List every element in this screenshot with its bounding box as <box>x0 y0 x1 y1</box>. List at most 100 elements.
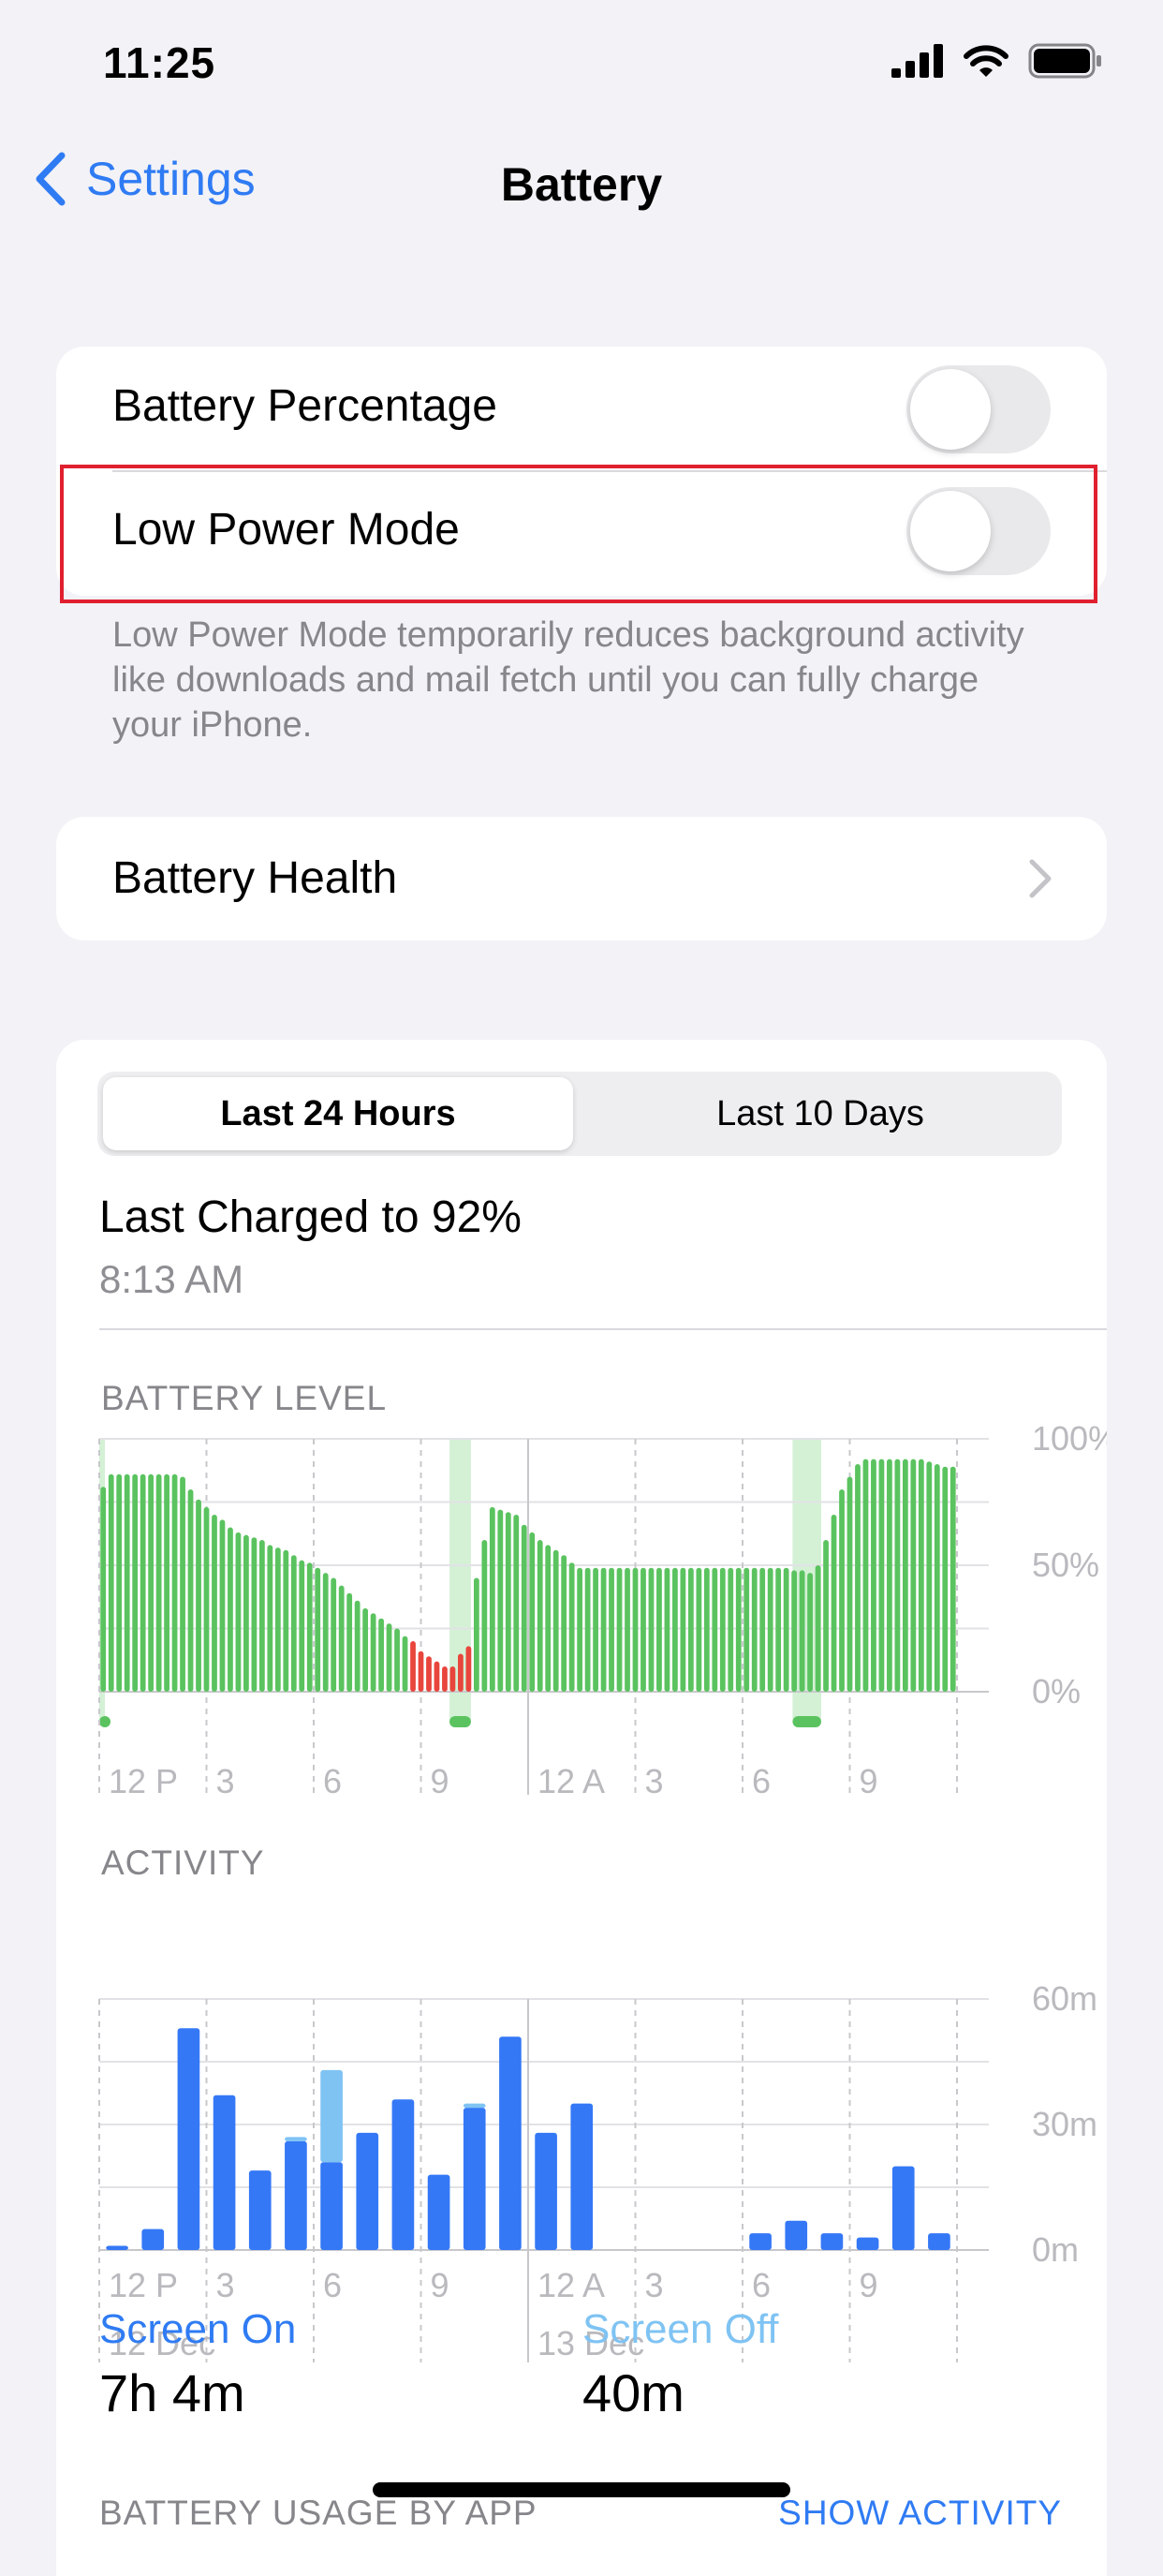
battery-y-tick-label: 50% <box>1032 1546 1099 1584</box>
battery-level-bar <box>148 1473 155 1692</box>
screen-on-bar <box>856 2237 879 2250</box>
screen-off-bar <box>320 2069 343 2163</box>
battery-level-bar <box>616 1567 623 1692</box>
show-activity-link[interactable]: SHOW ACTIVITY <box>778 2494 1062 2533</box>
battery-level-bar <box>418 1651 424 1692</box>
screen-on-label: Screen On <box>99 2306 297 2352</box>
battery-level-bar <box>831 1515 837 1692</box>
battery-level-bar <box>584 1567 591 1692</box>
battery-x-tick-label: 9 <box>860 1762 878 1800</box>
battery-level-bar <box>672 1567 678 1692</box>
last-charged-time: 8:13 AM <box>99 1257 244 1301</box>
battery-level-bar <box>346 1592 353 1692</box>
activity-x-tick-label: 9 <box>860 2266 878 2304</box>
battery-level-bar <box>799 1570 805 1692</box>
battery-level-bar <box>593 1567 598 1692</box>
screen-on-bar <box>356 2132 379 2250</box>
screen-on-bar <box>570 2103 594 2250</box>
status-time: 11:25 <box>103 38 216 87</box>
battery-level-bar <box>609 1567 614 1692</box>
battery-y-tick-label: 100% <box>1032 1424 1107 1458</box>
battery-level-bar <box>632 1567 639 1692</box>
battery-level-bar <box>203 1506 210 1692</box>
screen-on-bar <box>463 2108 486 2250</box>
screen-on-bar <box>320 2162 343 2250</box>
battery-level-bar <box>767 1567 773 1692</box>
activity-x-tick-label: 12 P <box>109 2266 178 2304</box>
activity-x-tick-label: 9 <box>431 2266 449 2304</box>
screen-on-bar <box>285 2140 307 2250</box>
battery-level-bar <box>871 1458 876 1692</box>
battery-level-bar <box>212 1515 217 1692</box>
battery-level-bar <box>878 1458 885 1692</box>
battery-level-bar <box>751 1567 758 1692</box>
activity-y-tick-label: 30m <box>1032 2105 1097 2143</box>
battery-level-bar <box>846 1476 853 1692</box>
battery-level-bar <box>124 1473 130 1692</box>
battery-level-bar <box>315 1567 321 1692</box>
tab-last-10-days[interactable]: Last 10 Days <box>584 1072 1056 1156</box>
home-indicator <box>373 2482 790 2497</box>
battery-level-bar <box>703 1567 710 1692</box>
battery-level-bar <box>712 1567 718 1692</box>
battery-level-bar <box>640 1567 646 1692</box>
battery-level-bar <box>132 1473 139 1692</box>
battery-level-bar <box>283 1549 289 1692</box>
last-charged-label: Last Charged to 92% <box>99 1192 522 1242</box>
battery-level-bar <box>155 1473 162 1692</box>
battery-level-bar <box>402 1636 408 1692</box>
battery-icon <box>1028 43 1101 79</box>
battery-level-bar <box>625 1567 630 1692</box>
battery-level-bar <box>910 1458 917 1692</box>
battery-level-bar <box>728 1567 734 1692</box>
toggle-knob <box>910 369 991 450</box>
battery-level-bar <box>386 1623 392 1692</box>
battery-level-bar <box>521 1524 527 1692</box>
activity-x-tick-label: 3 <box>645 2266 664 2304</box>
battery-percentage-label: Battery Percentage <box>112 381 497 431</box>
screen-on-bar <box>891 2166 915 2250</box>
battery-level-bar <box>926 1461 933 1692</box>
battery-level-bar <box>370 1613 376 1692</box>
battery-level-bar <box>290 1555 297 1692</box>
battery-level-bar <box>735 1567 742 1692</box>
battery-health-label: Battery Health <box>112 853 398 903</box>
battery-level-bar <box>894 1458 901 1692</box>
activity-y-tick-label: 0m <box>1032 2230 1079 2269</box>
battery-level-bar <box>696 1567 702 1692</box>
screen-on-bar <box>499 2036 522 2250</box>
battery-level-bar <box>950 1466 956 1692</box>
battery-level-bar <box>180 1476 185 1692</box>
battery-x-tick-label: 6 <box>752 1762 771 1800</box>
battery-level-bar <box>187 1489 194 1692</box>
battery-level-bar <box>656 1567 662 1692</box>
screen-off-bar <box>463 2103 486 2109</box>
battery-x-tick-label: 12 P <box>109 1762 178 1800</box>
battery-level-bar <box>775 1567 782 1692</box>
battery-level-bar <box>426 1656 432 1692</box>
battery-level-bar <box>322 1573 329 1692</box>
battery-level-bar <box>497 1509 504 1692</box>
tab-last-24-hours[interactable]: Last 24 Hours <box>103 1072 573 1156</box>
status-icons <box>891 43 1103 79</box>
battery-level-bar <box>164 1473 169 1692</box>
battery-level-bar <box>473 1577 479 1692</box>
cellular-signal-icon <box>891 44 943 78</box>
battery-x-tick-label: 6 <box>323 1762 342 1800</box>
battery-level-bar <box>338 1585 345 1692</box>
battery-level-bar <box>719 1567 726 1692</box>
battery-level-bar <box>791 1570 798 1692</box>
battery-percentage-toggle[interactable] <box>906 365 1051 453</box>
activity-x-tick-label: 6 <box>752 2266 771 2304</box>
page-title: Battery <box>500 158 663 211</box>
battery-level-bar <box>258 1540 265 1692</box>
battery-level-bar <box>887 1458 892 1692</box>
battery-x-tick-label: 3 <box>645 1762 664 1800</box>
screen-off-bar <box>285 2137 307 2141</box>
battery-x-tick-label: 3 <box>216 1762 235 1800</box>
battery-level-bar <box>529 1532 536 1692</box>
screen-on-bar <box>106 2245 128 2250</box>
battery-health-row[interactable]: Battery Health <box>56 817 1107 940</box>
chevron-right-icon <box>1029 859 1052 898</box>
battery-level-bar <box>354 1600 361 1692</box>
